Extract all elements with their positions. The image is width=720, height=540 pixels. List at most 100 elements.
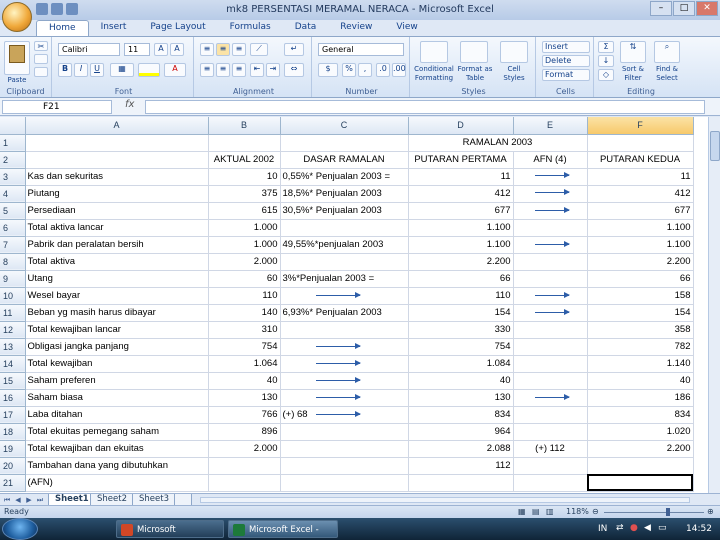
cell-e21[interactable] [513,474,588,492]
cell-e13[interactable] [513,338,588,356]
cell-b21[interactable] [208,474,281,492]
cell-styles-icon[interactable] [500,41,528,63]
cell-a21[interactable]: (AFN) [25,474,209,492]
cell-d1[interactable]: RAMALAN 2003 [408,134,588,152]
cell-a15[interactable]: Saham preferen [25,372,209,390]
orientation-icon[interactable]: ⟋ [250,43,268,56]
number-format-combo[interactable]: General [318,43,404,56]
taskbar-excel[interactable]: Microsoft Excel - mk... [228,520,338,538]
row-header[interactable]: 11 [0,304,26,322]
cell-c12[interactable] [280,321,409,339]
cell-c18[interactable] [280,423,409,441]
row-header[interactable]: 13 [0,338,26,356]
grow-font-icon[interactable]: A [154,43,168,56]
cell-b13[interactable]: 754 [208,338,281,356]
minimize-button[interactable]: – [650,1,672,16]
cell-b12[interactable]: 310 [208,321,281,339]
font-color-icon[interactable]: A [164,63,186,77]
format-as-table-icon[interactable] [460,41,488,63]
cell-a1[interactable] [25,134,209,152]
cell-d13[interactable]: 754 [408,337,514,356]
fill-icon[interactable]: ↓ [598,55,614,67]
cell-c9[interactable]: 3%*Penjualan 2003 = [280,270,409,288]
cell-d4[interactable]: 412 [408,185,514,203]
cell-d12[interactable]: 330 [408,320,514,339]
cell-c20[interactable] [280,457,409,475]
cell-c7[interactable]: 49,55%*penjualan 2003 [280,236,409,254]
zoom-level[interactable]: 118% [566,507,589,516]
cell-b5[interactable]: 615 [208,202,281,220]
row-header[interactable]: 1 [0,134,26,152]
cell-d9[interactable]: 66 [408,270,514,288]
cell-a16[interactable]: Saham biasa [25,389,209,407]
cell-a18[interactable]: Total ekuitas pemegang saham [25,423,209,441]
cell-c5[interactable]: 30,5%* Penjualan 2003 [280,202,409,220]
row-header[interactable]: 17 [0,406,26,424]
cell-b8[interactable]: 2.000 [208,252,281,271]
cell-c21[interactable] [280,474,409,492]
column-header-a[interactable]: A [25,117,209,135]
cell-e9[interactable] [513,270,588,288]
column-header-c[interactable]: C [280,117,409,135]
normal-view-icon[interactable]: ▦ [518,507,526,516]
underline-button[interactable]: U [90,63,104,77]
font-size-combo[interactable]: 11 [124,43,150,56]
cell-a9[interactable]: Utang [25,270,209,288]
conditional-formatting-icon[interactable] [420,41,448,63]
cell-d21[interactable] [408,474,514,492]
decrease-decimal-icon[interactable]: .00 [392,63,406,77]
cell-a17[interactable]: Laba ditahan [25,406,209,424]
cell-c1[interactable] [280,134,409,152]
tab-insert[interactable]: Insert [89,20,139,36]
cell-e12[interactable] [513,321,588,339]
prev-sheet-icon[interactable]: ◀ [13,495,23,505]
row-header[interactable]: 20 [0,457,26,475]
fill-color-icon[interactable] [138,63,160,77]
cell-b2[interactable]: AKTUAL 2002 [208,151,281,169]
decrease-indent-icon[interactable]: ⇤ [250,63,264,77]
row-header[interactable]: 3 [0,168,26,186]
scroll-thumb[interactable] [710,131,720,161]
page-layout-view-icon[interactable]: ▤ [532,507,540,516]
delete-cells-button[interactable]: Delete [542,55,590,67]
cell-f20[interactable] [587,457,694,475]
cell-c4[interactable]: 18,5%* Penjualan 2003 [280,185,409,203]
cell-c6[interactable] [280,219,409,237]
row-header[interactable]: 15 [0,372,26,390]
cell-f18[interactable]: 1.020 [587,423,694,441]
row-header[interactable]: 5 [0,202,26,220]
formula-input[interactable] [145,100,705,114]
wrap-text-icon[interactable]: ↵ [284,43,304,56]
clock[interactable]: 14:52 [686,524,712,534]
cell-d16[interactable]: 130 [408,389,514,407]
cell-e6[interactable] [513,219,588,237]
name-box[interactable]: F21 [2,100,112,114]
cell-f12[interactable]: 358 [587,321,694,339]
cut-icon[interactable]: ✂ [34,41,48,51]
cell-e17[interactable] [513,406,588,424]
cell-e8[interactable] [513,253,588,271]
paste-button[interactable] [4,41,30,75]
sort-filter-icon[interactable]: ⇅ [620,41,646,63]
font-name-combo[interactable]: Calibri [58,43,120,56]
fx-icon[interactable]: fx [125,99,134,110]
cell-b3[interactable]: 10 [208,168,281,186]
cell-c19[interactable] [280,439,409,458]
cell-f5[interactable]: 677 [587,202,694,220]
row-header[interactable]: 10 [0,287,26,305]
cell-d8[interactable]: 2.200 [408,252,514,271]
cell-a7[interactable]: Pabrik dan peralatan bersih [25,236,209,254]
cell-a14[interactable]: Total kewajiban [25,355,209,373]
cell-b20[interactable] [208,457,281,475]
page-break-view-icon[interactable]: ▥ [546,507,554,516]
cell-f3[interactable]: 11 [587,168,694,186]
cell-d2[interactable]: PUTARAN PERTAMA [408,151,514,169]
cell-b15[interactable]: 40 [208,372,281,390]
row-header[interactable]: 7 [0,236,26,254]
row-header[interactable]: 4 [0,185,26,203]
cell-e14[interactable] [513,355,588,373]
cell-a19[interactable]: Total kewajiban dan ekuitas [25,439,209,458]
cell-b14[interactable]: 1.064 [208,355,281,373]
cell-c2[interactable]: DASAR RAMALAN [280,151,409,169]
close-button[interactable]: ✕ [696,1,718,16]
